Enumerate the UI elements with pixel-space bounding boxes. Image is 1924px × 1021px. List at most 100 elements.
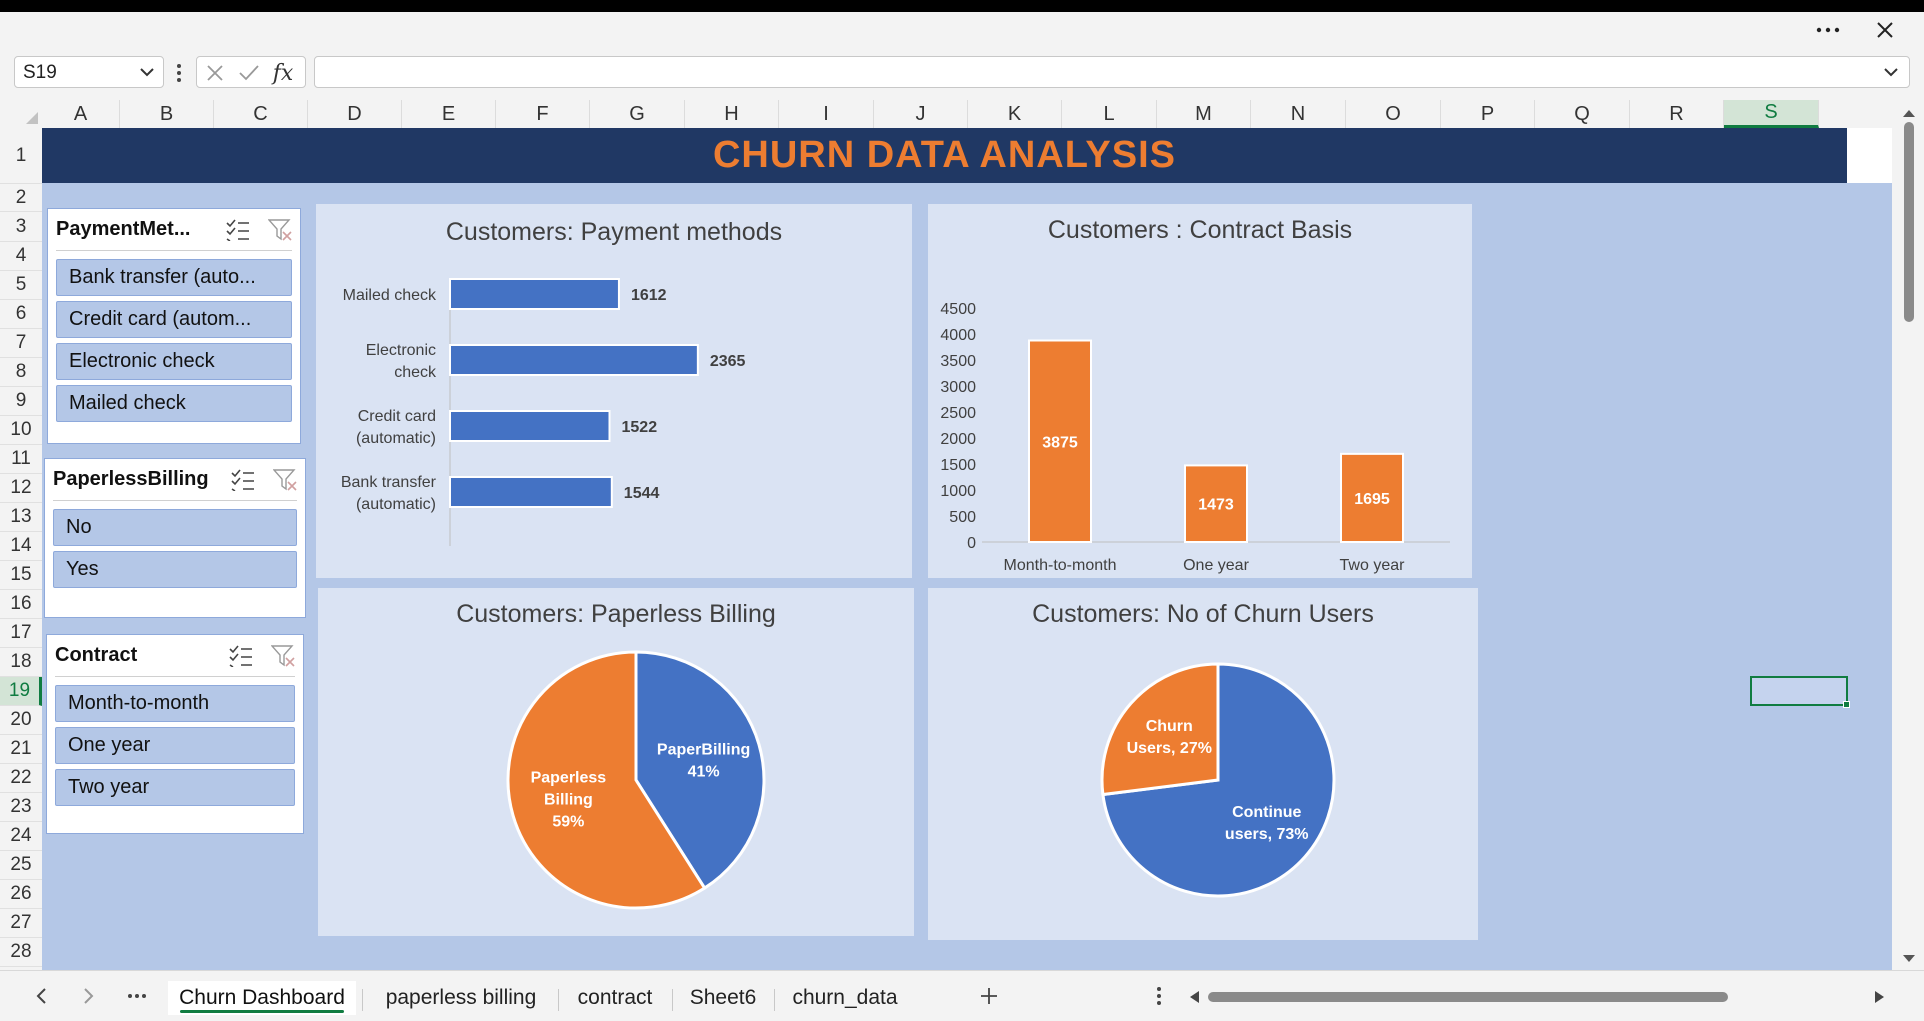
column-header-q[interactable]: Q [1535, 100, 1630, 128]
row-header-24[interactable]: 24 [0, 822, 42, 851]
column-header-p[interactable]: P [1441, 100, 1535, 128]
row-header-15[interactable]: 15 [0, 561, 42, 590]
slicer-item-one-year[interactable]: One year [55, 727, 295, 764]
row-header-20[interactable]: 20 [0, 706, 42, 735]
name-box[interactable]: S19 [14, 56, 164, 88]
row-header-17[interactable]: 17 [0, 619, 42, 648]
scroll-down-button[interactable] [1901, 952, 1917, 966]
formula-input[interactable] [314, 56, 1910, 88]
expand-chevron-icon[interactable] [1883, 64, 1899, 80]
cancel-button[interactable] [201, 61, 229, 85]
chart-payment-methods[interactable]: Customers: Payment methods 1612 Mailed ch… [316, 204, 912, 578]
row-header-13[interactable]: 13 [0, 503, 42, 532]
add-sheet-button[interactable] [974, 981, 1004, 1011]
row-header-12[interactable]: 12 [0, 474, 42, 503]
fill-handle[interactable] [1843, 701, 1850, 708]
bar-3[interactable] [449, 476, 613, 508]
chart-paperless-billing[interactable]: Customers: Paperless Billing PaperBillin… [318, 588, 914, 936]
enter-button[interactable] [235, 61, 263, 85]
slicer-item-two-year[interactable]: Two year [55, 769, 295, 806]
prev-sheet-button[interactable] [26, 981, 56, 1011]
column-header-s[interactable]: S [1724, 100, 1819, 128]
row-header-1[interactable]: 1 [0, 128, 42, 184]
row-header-10[interactable]: 10 [0, 416, 42, 445]
slicer-payment-method[interactable]: PaymentMet... Bank transfer (auto... Cre… [47, 208, 301, 444]
tab-paperless-billing[interactable]: paperless billing [368, 981, 554, 1015]
chart-churn-users[interactable]: Customers: No of Churn Users Continue use… [928, 588, 1478, 940]
clear-filter-icon[interactable] [273, 468, 297, 491]
row-header-6[interactable]: 6 [0, 300, 42, 329]
multi-select-icon[interactable] [229, 644, 253, 667]
next-sheet-button[interactable] [74, 981, 104, 1011]
multi-select-icon[interactable] [226, 218, 250, 241]
select-all-corner[interactable] [0, 100, 42, 128]
slicer-item-electronic-check[interactable]: Electronic check [56, 343, 292, 380]
horizontal-scrollbar[interactable] [1188, 987, 1888, 1007]
column-header-e[interactable]: E [402, 100, 496, 128]
column-header-l[interactable]: L [1062, 100, 1157, 128]
row-header-18[interactable]: 18 [0, 648, 42, 677]
bar-1[interactable] [449, 344, 699, 376]
column-header-b[interactable]: B [120, 100, 214, 128]
row-header-3[interactable]: 3 [0, 212, 42, 242]
tab-sheet6[interactable]: Sheet6 [676, 981, 770, 1015]
column-header-f[interactable]: F [496, 100, 590, 128]
row-header-14[interactable]: 14 [0, 532, 42, 561]
more-options-button[interactable] [1805, 12, 1851, 48]
row-header-9[interactable]: 9 [0, 387, 42, 416]
selected-cell[interactable] [1750, 676, 1850, 708]
more-sheets-button[interactable] [122, 981, 152, 1011]
column-header-a[interactable]: A [42, 100, 120, 128]
tabs-options-button[interactable] [1144, 981, 1174, 1011]
column-header-n[interactable]: N [1251, 100, 1346, 128]
tab-contract[interactable]: contract [562, 981, 668, 1015]
slicer-item-month-to-month[interactable]: Month-to-month [55, 685, 295, 722]
row-header-22[interactable]: 22 [0, 764, 42, 793]
row-header-26[interactable]: 26 [0, 880, 42, 909]
arrow-right-icon[interactable] [1874, 990, 1886, 1004]
row-header-19[interactable]: 19 [0, 677, 42, 706]
slicer-item-bank-transfer[interactable]: Bank transfer (auto... [56, 259, 292, 296]
vertical-ellipsis-icon[interactable] [174, 62, 184, 84]
slicer-contract[interactable]: Contract Month-to-month One year Two yea… [46, 634, 304, 834]
vertical-scroll-thumb[interactable] [1904, 122, 1914, 322]
column-header-c[interactable]: C [214, 100, 308, 128]
slicer-item-credit-card[interactable]: Credit card (autom... [56, 301, 292, 338]
close-button[interactable] [1862, 12, 1908, 48]
insert-function-button[interactable]: fx [269, 61, 297, 86]
horizontal-scroll-thumb[interactable] [1208, 992, 1728, 1002]
row-header-2[interactable]: 2 [0, 184, 42, 212]
clear-filter-icon[interactable] [271, 644, 295, 667]
slicer-item-yes[interactable]: Yes [53, 551, 297, 588]
column-header-r[interactable]: R [1630, 100, 1724, 128]
multi-select-icon[interactable] [231, 468, 255, 491]
column-header-d[interactable]: D [308, 100, 402, 128]
row-header-11[interactable]: 11 [0, 445, 42, 474]
column-header-h[interactable]: H [685, 100, 779, 128]
clear-filter-icon[interactable] [268, 218, 292, 241]
column-header-j[interactable]: J [874, 100, 968, 128]
row-header-4[interactable]: 4 [0, 242, 42, 271]
row-header-21[interactable]: 21 [0, 735, 42, 764]
column-header-i[interactable]: I [779, 100, 874, 128]
arrow-left-icon[interactable] [1188, 990, 1200, 1004]
row-header-23[interactable]: 23 [0, 793, 42, 822]
row-header-28[interactable]: 28 [0, 938, 42, 967]
column-header-g[interactable]: G [590, 100, 685, 128]
row-header-16[interactable]: 16 [0, 590, 42, 619]
row-header-7[interactable]: 7 [0, 329, 42, 358]
scroll-up-button[interactable] [1901, 106, 1917, 120]
bar-2[interactable] [449, 410, 611, 442]
worksheet-grid[interactable]: CHURN DATA ANALYSIS PaymentMet... Bank t… [42, 128, 1892, 970]
column-header-m[interactable]: M [1157, 100, 1251, 128]
tab-churn-dashboard[interactable]: Churn Dashboard [168, 981, 356, 1015]
tab-churn-data[interactable]: churn_data [778, 981, 912, 1015]
chart-contract-basis[interactable]: Customers : Contract Basis 0 500 1000 1500 2… [928, 204, 1472, 578]
row-header-27[interactable]: 27 [0, 909, 42, 938]
row-header-8[interactable]: 8 [0, 358, 42, 387]
bar-0[interactable] [449, 278, 620, 310]
vertical-scrollbar[interactable] [1892, 100, 1924, 970]
column-header-o[interactable]: O [1346, 100, 1441, 128]
row-header-25[interactable]: 25 [0, 851, 42, 880]
slicer-item-no[interactable]: No [53, 509, 297, 546]
